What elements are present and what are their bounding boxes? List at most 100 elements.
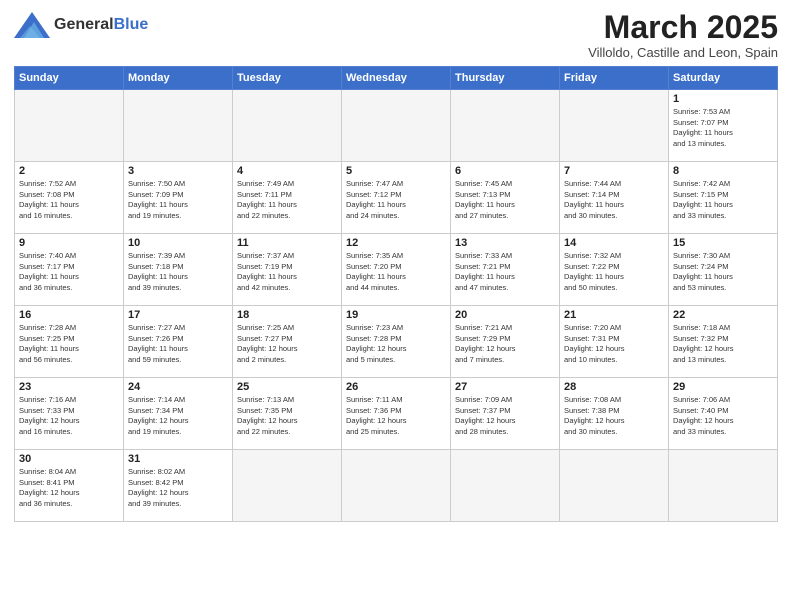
calendar-day-cell: 28Sunrise: 7:08 AM Sunset: 7:38 PM Dayli… bbox=[560, 378, 669, 450]
day-number: 31 bbox=[128, 453, 228, 465]
calendar-day-cell bbox=[451, 90, 560, 162]
calendar-day-cell: 4 Sunrise: 7:49 AM Sunset: 7:11 PM Daylig… bbox=[233, 162, 342, 234]
calendar-day-cell: 3 Sunrise: 7:50 AM Sunset: 7:09 PM Daylig… bbox=[124, 162, 233, 234]
day-number: 14 bbox=[564, 237, 664, 249]
calendar-day-cell: 30Sunrise: 8:04 AM Sunset: 8:41 PM Dayli… bbox=[15, 450, 124, 522]
day-number: 26 bbox=[346, 381, 446, 393]
day-info: Sunrise: 7:30 AM Sunset: 7:24 PM Dayligh… bbox=[673, 251, 773, 293]
calendar-day-cell bbox=[233, 450, 342, 522]
day-info: Sunrise: 8:02 AM Sunset: 8:42 PM Dayligh… bbox=[128, 467, 228, 509]
logo: GeneralBlue bbox=[14, 10, 148, 40]
day-info: Sunrise: 8:04 AM Sunset: 8:41 PM Dayligh… bbox=[19, 467, 119, 509]
day-number: 11 bbox=[237, 237, 337, 249]
calendar-day-cell: 26 Sunrise: 7:11 AM Sunset: 7:36 PM Dayli… bbox=[342, 378, 451, 450]
logo-text: GeneralBlue bbox=[54, 16, 148, 34]
day-number: 28 bbox=[564, 381, 664, 393]
calendar-day-cell bbox=[124, 90, 233, 162]
calendar-day-cell: 21 Sunrise: 7:20 AM Sunset: 7:31 PM Dayli… bbox=[560, 306, 669, 378]
day-number: 10 bbox=[128, 237, 228, 249]
calendar-day-cell: 6Sunrise: 7:45 AM Sunset: 7:13 PM Daylig… bbox=[451, 162, 560, 234]
calendar-day-cell bbox=[669, 450, 778, 522]
day-number: 1 bbox=[673, 93, 773, 105]
calendar-day-cell bbox=[451, 450, 560, 522]
day-number: 7 bbox=[564, 165, 664, 177]
calendar-day-cell: 5Sunrise: 7:47 AM Sunset: 7:12 PM Daylig… bbox=[342, 162, 451, 234]
day-info: Sunrise: 7:20 AM Sunset: 7:31 PM Dayligh… bbox=[564, 323, 664, 365]
day-number: 9 bbox=[19, 237, 119, 249]
calendar-day-cell: 17Sunrise: 7:27 AM Sunset: 7:26 PM Dayli… bbox=[124, 306, 233, 378]
day-info: Sunrise: 7:32 AM Sunset: 7:22 PM Dayligh… bbox=[564, 251, 664, 293]
calendar-day-cell: 11Sunrise: 7:37 AM Sunset: 7:19 PM Dayli… bbox=[233, 234, 342, 306]
calendar-week-row: 2 Sunrise: 7:52 AM Sunset: 7:08 PM Daylig… bbox=[15, 162, 778, 234]
day-number: 21 bbox=[564, 309, 664, 321]
calendar-day-cell: 15 Sunrise: 7:30 AM Sunset: 7:24 PM Dayli… bbox=[669, 234, 778, 306]
col-saturday: Saturday bbox=[669, 67, 778, 90]
day-info: Sunrise: 7:06 AM Sunset: 7:40 PM Dayligh… bbox=[673, 395, 773, 437]
calendar-day-cell: 9 Sunrise: 7:40 AM Sunset: 7:17 PM Daylig… bbox=[15, 234, 124, 306]
day-info: Sunrise: 7:28 AM Sunset: 7:25 PM Dayligh… bbox=[19, 323, 119, 365]
calendar-day-cell: 24 Sunrise: 7:14 AM Sunset: 7:34 PM Dayli… bbox=[124, 378, 233, 450]
day-number: 8 bbox=[673, 165, 773, 177]
month-title: March 2025 bbox=[588, 10, 778, 45]
day-number: 2 bbox=[19, 165, 119, 177]
calendar-day-cell bbox=[342, 450, 451, 522]
calendar-day-cell: 13Sunrise: 7:33 AM Sunset: 7:21 PM Dayli… bbox=[451, 234, 560, 306]
calendar-day-cell bbox=[560, 90, 669, 162]
day-number: 22 bbox=[673, 309, 773, 321]
day-info: Sunrise: 7:33 AM Sunset: 7:21 PM Dayligh… bbox=[455, 251, 555, 293]
day-number: 29 bbox=[673, 381, 773, 393]
day-number: 23 bbox=[19, 381, 119, 393]
day-number: 20 bbox=[455, 309, 555, 321]
title-block: March 2025 Villoldo, Castille and Leon, … bbox=[588, 10, 778, 60]
day-info: Sunrise: 7:35 AM Sunset: 7:20 PM Dayligh… bbox=[346, 251, 446, 293]
calendar-day-cell: 8 Sunrise: 7:42 AM Sunset: 7:15 PM Daylig… bbox=[669, 162, 778, 234]
header: GeneralBlue March 2025 Villoldo, Castill… bbox=[14, 10, 778, 60]
calendar-week-row: 30Sunrise: 8:04 AM Sunset: 8:41 PM Dayli… bbox=[15, 450, 778, 522]
day-number: 15 bbox=[673, 237, 773, 249]
day-info: Sunrise: 7:42 AM Sunset: 7:15 PM Dayligh… bbox=[673, 179, 773, 221]
day-info: Sunrise: 7:11 AM Sunset: 7:36 PM Dayligh… bbox=[346, 395, 446, 437]
day-info: Sunrise: 7:23 AM Sunset: 7:28 PM Dayligh… bbox=[346, 323, 446, 365]
calendar-day-cell bbox=[233, 90, 342, 162]
day-info: Sunrise: 7:16 AM Sunset: 7:33 PM Dayligh… bbox=[19, 395, 119, 437]
day-number: 4 bbox=[237, 165, 337, 177]
calendar-day-cell: 29 Sunrise: 7:06 AM Sunset: 7:40 PM Dayli… bbox=[669, 378, 778, 450]
calendar-day-cell: 31 Sunrise: 8:02 AM Sunset: 8:42 PM Dayli… bbox=[124, 450, 233, 522]
calendar-day-cell: 27Sunrise: 7:09 AM Sunset: 7:37 PM Dayli… bbox=[451, 378, 560, 450]
day-info: Sunrise: 7:49 AM Sunset: 7:11 PM Dayligh… bbox=[237, 179, 337, 221]
calendar-week-row: 9 Sunrise: 7:40 AM Sunset: 7:17 PM Daylig… bbox=[15, 234, 778, 306]
col-thursday: Thursday bbox=[451, 67, 560, 90]
day-number: 3 bbox=[128, 165, 228, 177]
day-info: Sunrise: 7:40 AM Sunset: 7:17 PM Dayligh… bbox=[19, 251, 119, 293]
day-number: 27 bbox=[455, 381, 555, 393]
col-friday: Friday bbox=[560, 67, 669, 90]
day-info: Sunrise: 7:18 AM Sunset: 7:32 PM Dayligh… bbox=[673, 323, 773, 365]
day-info: Sunrise: 7:14 AM Sunset: 7:34 PM Dayligh… bbox=[128, 395, 228, 437]
logo-blue: Blue bbox=[114, 16, 149, 33]
calendar-week-row: 23 Sunrise: 7:16 AM Sunset: 7:33 PM Dayli… bbox=[15, 378, 778, 450]
day-info: Sunrise: 7:25 AM Sunset: 7:27 PM Dayligh… bbox=[237, 323, 337, 365]
day-number: 19 bbox=[346, 309, 446, 321]
calendar-day-cell bbox=[15, 90, 124, 162]
day-number: 16 bbox=[19, 309, 119, 321]
calendar-day-cell bbox=[560, 450, 669, 522]
day-number: 17 bbox=[128, 309, 228, 321]
calendar-week-row: 16 Sunrise: 7:28 AM Sunset: 7:25 PM Dayli… bbox=[15, 306, 778, 378]
day-info: Sunrise: 7:52 AM Sunset: 7:08 PM Dayligh… bbox=[19, 179, 119, 221]
day-info: Sunrise: 7:39 AM Sunset: 7:18 PM Dayligh… bbox=[128, 251, 228, 293]
calendar-day-cell: 1Sunrise: 7:53 AM Sunset: 7:07 PM Daylig… bbox=[669, 90, 778, 162]
day-info: Sunrise: 7:45 AM Sunset: 7:13 PM Dayligh… bbox=[455, 179, 555, 221]
calendar-day-cell: 16 Sunrise: 7:28 AM Sunset: 7:25 PM Dayli… bbox=[15, 306, 124, 378]
day-info: Sunrise: 7:21 AM Sunset: 7:29 PM Dayligh… bbox=[455, 323, 555, 365]
day-info: Sunrise: 7:50 AM Sunset: 7:09 PM Dayligh… bbox=[128, 179, 228, 221]
logo-general: General bbox=[54, 16, 114, 33]
calendar-week-row: 1Sunrise: 7:53 AM Sunset: 7:07 PM Daylig… bbox=[15, 90, 778, 162]
col-sunday: Sunday bbox=[15, 67, 124, 90]
day-number: 24 bbox=[128, 381, 228, 393]
calendar-table: Sunday Monday Tuesday Wednesday Thursday… bbox=[14, 66, 778, 522]
generalblue-logo-icon bbox=[14, 10, 50, 40]
calendar-day-cell: 7Sunrise: 7:44 AM Sunset: 7:14 PM Daylig… bbox=[560, 162, 669, 234]
col-monday: Monday bbox=[124, 67, 233, 90]
calendar-day-cell: 19 Sunrise: 7:23 AM Sunset: 7:28 PM Dayli… bbox=[342, 306, 451, 378]
calendar-day-cell: 14 Sunrise: 7:32 AM Sunset: 7:22 PM Dayli… bbox=[560, 234, 669, 306]
